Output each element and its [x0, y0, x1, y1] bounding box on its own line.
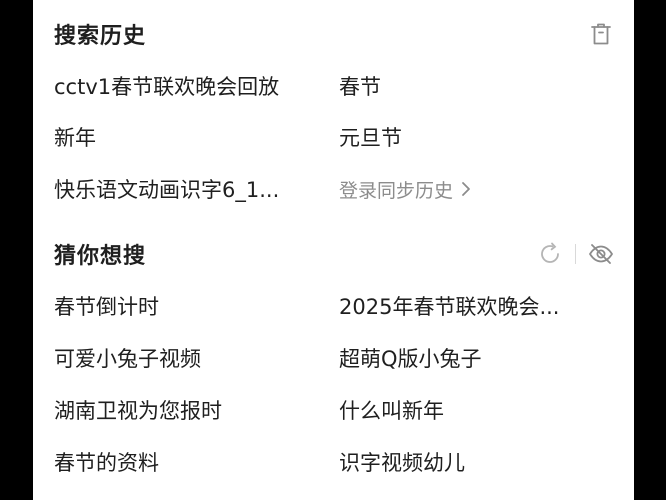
- suggest-item[interactable]: 湖南卫视为您报时: [54, 395, 322, 425]
- history-item[interactable]: 春节: [339, 71, 615, 101]
- refresh-icon[interactable]: [537, 241, 563, 267]
- history-header: 搜索历史: [54, 17, 614, 51]
- login-sync-link[interactable]: 登录同步历史: [339, 176, 615, 203]
- history-row: 新年 元旦节: [54, 117, 614, 157]
- history-title: 搜索历史: [54, 24, 147, 49]
- actions-divider: [575, 244, 576, 264]
- suggest-row: 可爱小兔子视频 超萌Q版小兔子: [54, 338, 614, 378]
- suggest-row: 湖南卫视为您报时 什么叫新年: [54, 390, 614, 430]
- suggest-item[interactable]: 超萌Q版小兔子: [339, 343, 615, 373]
- history-row: 快乐语文动画识字6_1... 登录同步历史: [54, 169, 614, 209]
- history-item[interactable]: cctv1春节联欢晚会回放: [54, 71, 322, 101]
- suggest-item[interactable]: 可爱小兔子视频: [54, 343, 322, 373]
- eye-off-icon[interactable]: [588, 241, 614, 267]
- suggest-header: 猜你想搜: [54, 237, 614, 271]
- suggest-item[interactable]: 2025年春节联欢晚会...: [339, 291, 615, 321]
- search-panel: 搜索历史 cctv1春节联欢晚会回放 春节 新年 元旦节 快乐语文动画识字6_1…: [33, 0, 634, 500]
- suggest-item[interactable]: 识字视频幼儿: [339, 447, 615, 477]
- suggest-actions: [537, 241, 614, 267]
- chevron-right-icon: [462, 182, 470, 196]
- history-item[interactable]: 元旦节: [339, 122, 615, 152]
- suggest-row: 春节倒计时 2025年春节联欢晚会...: [54, 286, 614, 326]
- history-item[interactable]: 新年: [54, 122, 322, 152]
- trash-icon[interactable]: [588, 21, 614, 47]
- suggest-item[interactable]: 春节的资料: [54, 447, 322, 477]
- suggest-item[interactable]: 春节倒计时: [54, 291, 322, 321]
- history-row: cctv1春节联欢晚会回放 春节: [54, 66, 614, 106]
- suggest-item[interactable]: 什么叫新年: [339, 395, 615, 425]
- suggest-row: 春节的资料 识字视频幼儿: [54, 442, 614, 482]
- history-item[interactable]: 快乐语文动画识字6_1...: [54, 174, 322, 204]
- suggest-title: 猜你想搜: [54, 244, 147, 269]
- login-sync-label: 登录同步历史: [339, 179, 454, 202]
